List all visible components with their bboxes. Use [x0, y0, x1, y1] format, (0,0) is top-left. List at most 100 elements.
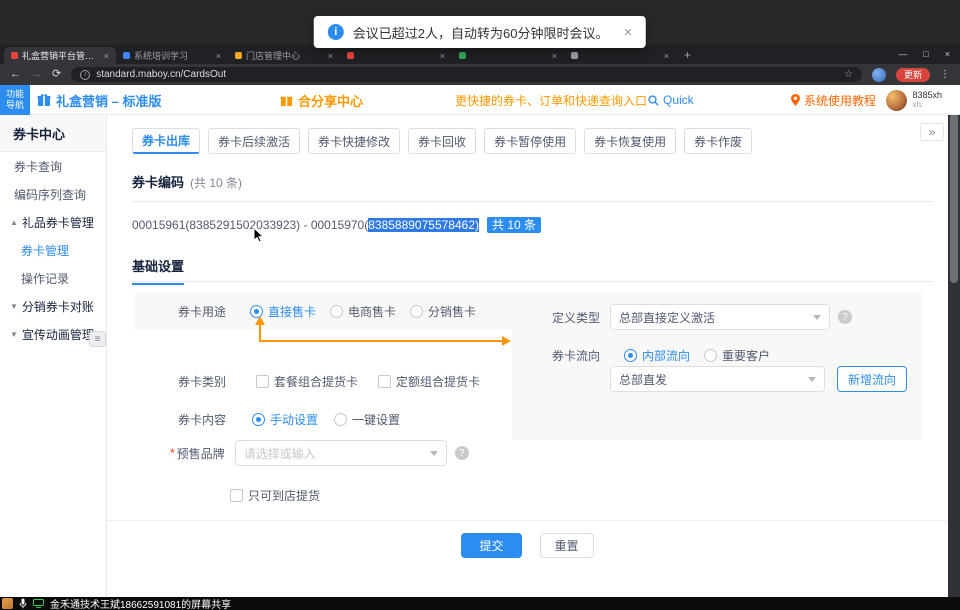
sidebar-group-distribution-reconciliation[interactable]: ▼ 分销券卡对账 — [0, 292, 106, 320]
radio-icon — [252, 413, 265, 426]
toast-close-icon[interactable]: × — [623, 24, 632, 41]
browser-tab[interactable]: 系统培训学习 × — [116, 47, 228, 64]
basic-settings-title: 基础设置 — [132, 256, 184, 285]
option-label: 只可到店提货 — [248, 487, 320, 504]
browser-profile-icon[interactable] — [872, 68, 886, 82]
share-center-link[interactable]: 合分享中心 — [280, 85, 363, 115]
forward-icon[interactable]: → — [31, 69, 42, 80]
define-type-select[interactable]: 总部直接定义激活 — [610, 304, 830, 330]
radio-ecommerce-sale[interactable]: 电商售卡 — [330, 303, 396, 320]
main-content: 券卡出库 券卡后续激活 券卡快捷修改 券卡回收 券卡暂停使用 券卡恢复使用 券卡… — [107, 115, 948, 597]
help-icon[interactable]: ? — [838, 310, 852, 324]
radio-icon — [410, 305, 423, 318]
sidebar-item-card-management[interactable]: 券卡管理 — [0, 236, 106, 264]
browser-address-bar: ← → ⟳ i standard.maboy.cn/CardsOut ☆ 更新 … — [0, 64, 960, 85]
option-label: 手动设置 — [270, 411, 318, 428]
chevron-down-icon — [808, 377, 816, 382]
reload-icon[interactable]: ⟳ — [52, 69, 61, 80]
site-info-icon[interactable]: i — [80, 70, 90, 80]
option-label: 一键设置 — [352, 411, 400, 428]
tab-card-suspend[interactable]: 券卡暂停使用 — [484, 128, 576, 154]
sidebar-collapse-handle[interactable]: ≡ — [89, 331, 106, 347]
tab-card-outbound[interactable]: 券卡出库 — [132, 128, 200, 154]
submit-button[interactable]: 提交 — [461, 533, 521, 558]
tutorial-link[interactable]: 系统使用教程 — [791, 85, 876, 115]
tab-close-icon[interactable]: × — [552, 51, 557, 61]
sidebar-item-card-search[interactable]: 券卡查询 — [0, 152, 106, 180]
flow-select[interactable]: 总部直发 — [610, 366, 825, 392]
sidebar-item-label: 编码序列查询 — [14, 186, 86, 203]
presale-brand-select[interactable]: 请选择或输入 — [235, 440, 447, 466]
browser-tab[interactable]: 门店管理中心 × — [228, 47, 340, 64]
tab-close-icon[interactable]: × — [440, 51, 445, 61]
tab-card-restore[interactable]: 券卡恢复使用 — [584, 128, 676, 154]
radio-internal-flow[interactable]: 内部流向 — [624, 347, 690, 364]
radio-important-customer[interactable]: 重要客户 — [704, 347, 770, 364]
option-label: 电商售卡 — [348, 303, 396, 320]
share-center-label: 合分享中心 — [298, 91, 363, 110]
function-nav-button[interactable]: 功能 导航 — [0, 85, 30, 115]
favicon-icon — [571, 52, 578, 59]
sidebar-group-gift-card-management[interactable]: ▲ 礼品券卡管理 — [0, 208, 106, 236]
tab-card-void[interactable]: 券卡作废 — [684, 128, 752, 154]
quick-search-link[interactable]: Quick — [648, 85, 694, 115]
tab-close-icon[interactable]: × — [216, 51, 221, 61]
tab-close-icon[interactable]: × — [104, 51, 109, 61]
url-bar[interactable]: i standard.maboy.cn/CardsOut ☆ — [71, 67, 862, 82]
radio-distribution-sale[interactable]: 分销售卡 — [410, 303, 476, 320]
tab-close-icon[interactable]: × — [328, 51, 333, 61]
field-label: 券卡流向 — [552, 347, 600, 364]
browser-tab[interactable]: × — [564, 47, 676, 64]
radio-manual-setting[interactable]: 手动设置 — [252, 411, 318, 428]
select-value: 总部直发 — [619, 371, 667, 388]
help-icon[interactable]: ? — [455, 446, 469, 460]
tab-card-quick-modify[interactable]: 券卡快捷修改 — [308, 128, 400, 154]
user-account[interactable]: 8385xh xh. — [886, 85, 942, 115]
checkbox-fixed-combo-card[interactable]: 定额组合提货卡 — [378, 373, 480, 390]
maximize-button[interactable]: □ — [923, 49, 928, 59]
back-icon[interactable]: ← — [10, 69, 21, 80]
user-subname: xh. — [912, 101, 942, 110]
browser-tab-active[interactable]: 礼盒营销平台管理中心 × — [4, 47, 116, 64]
section-count: (共 10 条) — [190, 174, 242, 191]
caret-up-icon: ▲ — [10, 218, 18, 227]
browser-tab[interactable]: × — [452, 47, 564, 64]
sidebar-item-code-sequence-search[interactable]: 编码序列查询 — [0, 180, 106, 208]
window-close-button[interactable]: × — [945, 49, 950, 59]
radio-one-key-setting[interactable]: 一键设置 — [334, 411, 400, 428]
pin-icon — [791, 94, 800, 106]
tab-card-follow-activate[interactable]: 券卡后续激活 — [208, 128, 300, 154]
radio-icon — [330, 305, 343, 318]
sidebar: 券卡中心 券卡查询 编码序列查询 ▲ 礼品券卡管理 券卡管理 操作记录 ▼ 分销… — [0, 115, 107, 597]
caret-down-icon: ▼ — [10, 302, 18, 311]
promo-text: 更快捷的券卡、订单和快递查询入口 — [455, 85, 647, 115]
scrollbar-thumb[interactable] — [950, 113, 958, 283]
update-button[interactable]: 更新 — [896, 68, 930, 82]
sidebar-item-operation-records[interactable]: 操作记录 — [0, 264, 106, 292]
checkbox-package-combo-card[interactable]: 套餐组合提货卡 — [256, 373, 358, 390]
brand-logo[interactable]: 礼盒营销 – 标准版 — [37, 85, 161, 115]
browser-menu-icon[interactable]: ⋮ — [940, 69, 950, 80]
collapse-panel-button[interactable]: » — [920, 123, 944, 141]
reset-button[interactable]: 重置 — [540, 533, 594, 558]
section-title: 券卡编码 — [132, 172, 184, 191]
option-label: 套餐组合提货卡 — [274, 373, 358, 390]
toast-message: 会议已超过2人，自动转为60分钟限时会议。 — [353, 23, 609, 42]
radio-icon — [624, 349, 637, 362]
tab-close-icon[interactable]: × — [664, 51, 669, 61]
scrollbar-track[interactable] — [948, 85, 960, 597]
minimize-button[interactable]: — — [898, 49, 907, 59]
field-label: 券卡用途 — [178, 303, 226, 320]
chevron-down-icon — [430, 451, 438, 456]
add-flow-button[interactable]: 新增流向 — [837, 366, 907, 392]
tab-card-recycle[interactable]: 券卡回收 — [408, 128, 476, 154]
new-tab-button[interactable]: + — [684, 48, 691, 62]
presale-brand-row: * 预售品牌 请选择或输入 ? — [170, 440, 469, 466]
radio-direct-sale[interactable]: 直接售卡 — [250, 303, 316, 320]
gift-icon — [37, 93, 51, 107]
browser-tab[interactable]: × — [340, 47, 452, 64]
bookmark-star-icon[interactable]: ☆ — [844, 69, 853, 80]
checkbox-store-pickup-only[interactable]: 只可到店提货 — [230, 487, 320, 504]
checkbox-icon — [256, 375, 269, 388]
screen-share-icon — [33, 599, 44, 608]
